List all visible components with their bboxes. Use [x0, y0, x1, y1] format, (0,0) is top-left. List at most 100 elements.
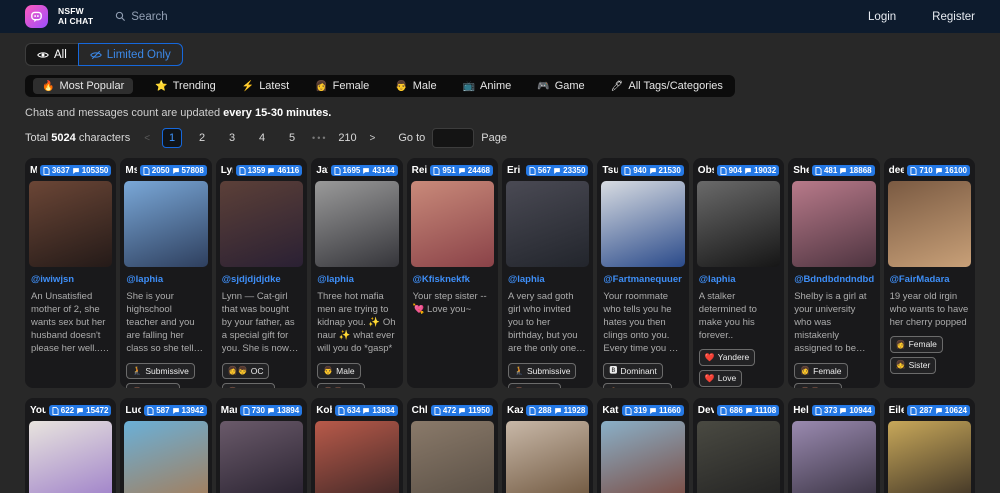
author-link[interactable]: @laphia: [126, 274, 205, 285]
next-page-button[interactable]: >: [370, 133, 376, 144]
file-icon: [243, 407, 250, 415]
tagbar-item-latest[interactable]: ⚡Latest: [238, 78, 293, 94]
page-button-4[interactable]: 4: [252, 128, 272, 148]
author-link[interactable]: @FairMadara: [890, 274, 969, 285]
tag-pill-oc[interactable]: 👩👦OC: [794, 383, 842, 388]
search-placeholder: Search: [131, 11, 167, 23]
author-link[interactable]: @sjdjdjdjdke: [222, 274, 301, 285]
character-card[interactable]: Moriko th 3637 105350 @iwiwjsn An Unsati…: [25, 158, 116, 388]
card-image: [697, 421, 780, 493]
page-word: Page: [481, 132, 507, 144]
character-card[interactable]: Tsundere Sc 940 21530 @Fartmanequuer You…: [597, 158, 688, 388]
brand-logo-icon[interactable]: [25, 5, 48, 28]
card-description: An Unsatisfied mother of 2, she wants se…: [31, 290, 110, 356]
author-link[interactable]: @iwiwjsn: [31, 274, 110, 285]
tag-pill-submissive[interactable]: 🧎Submissive: [126, 363, 194, 380]
goto-page-input[interactable]: [432, 128, 474, 148]
card-title: dee dee: [889, 165, 905, 176]
file-icon: [910, 167, 917, 175]
tag-pill-sister[interactable]: 👧Sister: [890, 357, 937, 374]
search-bar[interactable]: Search: [115, 11, 167, 23]
character-card[interactable]: Devan 686 11108: [693, 398, 784, 493]
tag-pill-female[interactable]: 👩Female: [794, 363, 847, 380]
character-card[interactable]: Hell's acade 373 10944: [788, 398, 879, 493]
tag-emoji-icon: 🧎: [609, 386, 619, 388]
character-card[interactable]: Obsessive S 904 19032 @laphia A stalker …: [693, 158, 784, 388]
chat-bubble-icon: [458, 407, 466, 415]
character-card[interactable]: Lucy 587 13942: [120, 398, 211, 493]
page-button-2[interactable]: 2: [192, 128, 212, 148]
character-card[interactable]: Katie 319 11660: [597, 398, 688, 493]
tag-pill-label: Female: [909, 338, 937, 351]
login-link[interactable]: Login: [868, 11, 896, 23]
tagbar-item-label: Most Popular: [59, 80, 124, 92]
file-icon: [720, 407, 727, 415]
character-card[interactable]: Kazuko 288 11928: [502, 398, 593, 493]
card-tags: 🧎Submissive👩Female👩👦OC: [508, 363, 587, 388]
tag-pill-oc[interactable]: 👩👦OC: [222, 363, 270, 380]
tag-pill-label: Submissive: [145, 365, 188, 378]
author-link[interactable]: @laphia: [699, 274, 778, 285]
page-button-5[interactable]: 5: [282, 128, 302, 148]
tagbar-item-female[interactable]: 👩Female: [311, 78, 373, 94]
card-image: [601, 421, 684, 493]
character-card[interactable]: Chloé 472 11950: [407, 398, 498, 493]
tag-pill-label: Male: [336, 365, 354, 378]
card-title: Katie: [602, 405, 618, 416]
tag-pill-female[interactable]: 👩Female: [890, 336, 943, 353]
tag-pill-dominant[interactable]: 🅱Dominant: [603, 363, 662, 380]
author-link[interactable]: @Bdndbdndndbdjn: [794, 274, 873, 285]
author-link[interactable]: @laphia: [508, 274, 587, 285]
tag-pill-love[interactable]: ❤️Love: [699, 370, 742, 387]
character-card[interactable]: Mamiya 730 13894: [216, 398, 307, 493]
tag-pill-label: Sister: [909, 359, 931, 372]
file-icon: [529, 167, 536, 175]
tagbar-item-game[interactable]: 🎮Game: [533, 78, 588, 94]
character-card[interactable]: Kobeni Higa 634 13834: [311, 398, 402, 493]
last-page-button[interactable]: 210: [338, 128, 358, 148]
tag-pill-oc[interactable]: 👩👦OC: [317, 383, 365, 388]
character-card[interactable]: dee dee 710 16100 @FairMadara 19 year ol…: [884, 158, 975, 388]
tag-pill-submissive[interactable]: 🧎Submissive: [508, 363, 576, 380]
tag-pill-female[interactable]: 👩Female: [508, 383, 561, 388]
tag-emoji-icon: 👩👦: [323, 386, 343, 388]
tag-pill-yandere[interactable]: ❤️Yandere: [699, 349, 755, 366]
character-card[interactable]: Jax, grey, a 1695 43144 @laphia Three ho…: [311, 158, 402, 388]
character-card[interactable]: Shelby 481 18868 @Bdndbdndndbdjn Shelby …: [788, 158, 879, 388]
tagbar-item-anime[interactable]: 📺Anime: [459, 78, 516, 94]
card-tags: 👩👦OC👩Female🐾Non-human: [222, 363, 301, 388]
tag-pill-female[interactable]: 👩Female: [126, 383, 179, 388]
file-icon: [434, 407, 441, 415]
character-card[interactable]: Ms.Scarlet 2050 57808 @laphia She is you…: [120, 158, 211, 388]
card-description: Lynn — Cat-girl that was bought by your …: [222, 290, 301, 356]
author-link[interactable]: @Fartmanequuer: [603, 274, 682, 285]
page-numbers: 12345: [157, 128, 307, 148]
tag-pill-male[interactable]: 👨Male: [317, 363, 360, 380]
card-tags: 👩Female 👧Sister: [890, 336, 969, 374]
author-link[interactable]: @laphia: [317, 274, 396, 285]
register-link[interactable]: Register: [932, 11, 975, 23]
tagbar-item-male[interactable]: 👨Male: [391, 78, 440, 94]
character-card[interactable]: Eri 567 23350 @laphia A very sad goth gi…: [502, 158, 593, 388]
page-button-1[interactable]: 1: [162, 128, 182, 148]
prev-page-button[interactable]: <: [144, 133, 150, 144]
brand-logo-text[interactable]: NSFW AI CHAT: [58, 7, 93, 27]
character-card[interactable]: Reiko 951 24468 @Kfisknekfk Your step si…: [407, 158, 498, 388]
character-card[interactable]: Your busty A 622 15472: [25, 398, 116, 493]
author-link[interactable]: @Kfisknekfk: [413, 274, 492, 285]
tagbar-item-most-popular[interactable]: 🔥Most Popular: [33, 78, 133, 94]
character-card[interactable]: Eilee 287 10624: [884, 398, 975, 493]
tagbar-item-trending[interactable]: ⭐Trending: [151, 78, 219, 94]
character-card[interactable]: Lynn 1359 46116 @sjdjdjdjdke Lynn — Cat-…: [216, 158, 307, 388]
tag-pill-submissive[interactable]: 🧎Submissive: [603, 383, 671, 388]
tagbar-item-all-tags-categories[interactable]: 🖊All Tags/Categories: [607, 78, 727, 94]
pen-icon: 🖊: [611, 81, 624, 92]
chat-count-badge: 904 19032: [717, 165, 780, 176]
card-title: Kazuko: [507, 405, 523, 416]
filter-all-button[interactable]: All: [25, 43, 78, 66]
page-button-3[interactable]: 3: [222, 128, 242, 148]
filter-limited-button[interactable]: Limited Only: [78, 43, 183, 66]
file-icon: [147, 407, 154, 415]
card-title: Kobeni Higa: [316, 405, 332, 416]
tag-pill-female[interactable]: 👩Female: [222, 383, 275, 388]
